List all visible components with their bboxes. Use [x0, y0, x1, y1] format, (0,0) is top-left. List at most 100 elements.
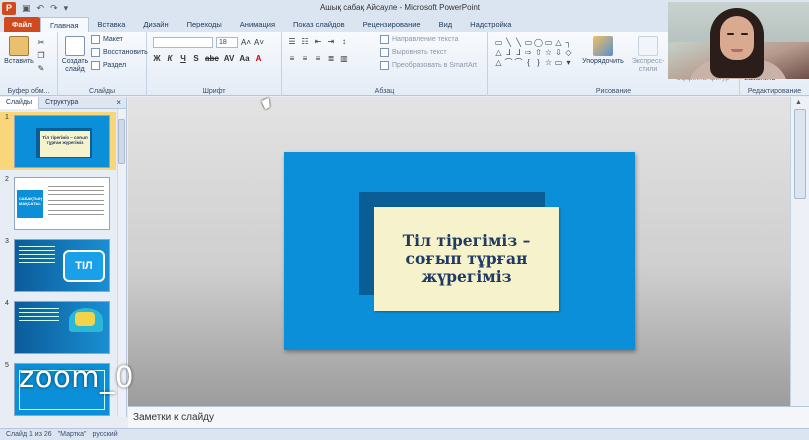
- slide-title-card[interactable]: Тіл тірегіміз – соғып тұрған жүрегіміз: [374, 207, 559, 311]
- slide-thumbnail[interactable]: 1 Тіл тірегіміз – соғып тұрған жүрегіміз: [0, 112, 116, 170]
- shapes-gallery[interactable]: ▭ ╲ ╲ ▭ ◯ ▭ △ ┐ △ ⅃ ⅃ ⇨ ⇧ ☆ ⇩ ◇ △ ⌒ ⌒{} ☆ ▭ ▾: [494, 38, 572, 67]
- restore-icon: [91, 48, 100, 57]
- font-color-icon[interactable]: A: [255, 54, 263, 63]
- tab-slides[interactable]: Слайды: [0, 96, 40, 109]
- arrange-icon: [593, 36, 613, 56]
- paste-button[interactable]: Вставить: [3, 36, 35, 66]
- format-painter-icon[interactable]: ✎: [37, 64, 45, 73]
- list-buttons: ☰ ☷ ⇤ ⇥ ↕: [288, 37, 348, 46]
- status-bar: Слайд 1 из 26 "Мартка" русский: [0, 428, 809, 440]
- text-direction-button[interactable]: Направление текста: [380, 35, 458, 44]
- copy-icon[interactable]: ❐: [37, 51, 45, 60]
- paragraph-group-label: Абзац: [374, 88, 395, 95]
- tab-file[interactable]: Файл: [4, 17, 40, 32]
- bold-button[interactable]: Ж: [153, 54, 161, 63]
- character-spacing-button[interactable]: AV: [224, 54, 235, 63]
- tab-insert[interactable]: Вставка: [89, 17, 135, 32]
- clipboard-icon: [9, 36, 29, 56]
- slide-title[interactable]: Тіл тірегіміз – соғып тұрған жүрегіміз: [374, 232, 559, 286]
- undo-icon[interactable]: ↶: [37, 3, 45, 14]
- arrange-button[interactable]: Упорядочить: [582, 36, 624, 66]
- layout-icon: [91, 35, 100, 44]
- slide-thumbnail[interactable]: 3 ТІЛ: [0, 236, 116, 294]
- columns-icon[interactable]: ▥: [340, 54, 348, 63]
- align-center-icon[interactable]: ≡: [301, 54, 309, 63]
- font-size-select[interactable]: 18: [216, 37, 238, 48]
- slide-editing-canvas: Тіл тірегіміз – соғып тұрған жүрегіміз: [128, 97, 790, 406]
- slide-thumbnail[interactable]: 2 САБАҚТЫҢ МАҚСАТЫ:: [0, 174, 116, 232]
- tab-outline[interactable]: Структура: [39, 97, 84, 109]
- clipboard-small-buttons: ✂ ❐ ✎: [37, 38, 45, 73]
- change-case-button[interactable]: Aa: [239, 54, 249, 63]
- webcam-video-overlay: [668, 2, 809, 79]
- redo-icon[interactable]: ↷: [50, 3, 58, 14]
- clipboard-group: Вставить ✂ ❐ ✎ Буфер обм...: [0, 32, 58, 96]
- panel-scroll-thumb[interactable]: [118, 119, 125, 164]
- customize-toolbar-icon[interactable]: ▾: [64, 3, 69, 14]
- clipboard-group-label: Буфер обм...: [7, 88, 50, 95]
- scroll-up-icon[interactable]: ▲: [795, 99, 802, 106]
- smartart-button[interactable]: Преобразовать в SmartArt: [380, 61, 477, 70]
- powerpoint-app-icon[interactable]: P: [2, 1, 16, 15]
- cut-icon[interactable]: ✂: [37, 38, 45, 47]
- section-button[interactable]: Раздел: [91, 61, 126, 70]
- line-spacing-icon[interactable]: ↕: [340, 37, 348, 46]
- tab-design[interactable]: Дизайн: [134, 17, 177, 32]
- panel-tabs: Слайды Структура ×: [0, 96, 126, 109]
- section-icon: [91, 61, 100, 70]
- notes-placeholder: Заметки к слайду: [133, 412, 214, 423]
- smartart-icon: [380, 61, 389, 70]
- font-group: 18 A˄ A˅ Ж К Ч S abc AV Aa A Шрифт: [147, 32, 282, 96]
- close-panel-icon[interactable]: ×: [116, 98, 121, 107]
- theme-status: "Мартка": [57, 431, 87, 438]
- font-group-label: Шрифт: [202, 88, 226, 95]
- slides-group-label: Слайды: [88, 88, 116, 95]
- notes-pane[interactable]: Заметки к слайду: [128, 406, 809, 428]
- tab-addins[interactable]: Надстройка: [461, 17, 520, 32]
- tab-view[interactable]: Вид: [430, 17, 462, 32]
- quick-access-toolbar: ▣ ↶ ↷ ▾: [22, 3, 68, 14]
- align-right-icon[interactable]: ≡: [314, 54, 322, 63]
- quick-styles-button[interactable]: Экспресс-стили: [626, 36, 670, 74]
- tab-slide-show[interactable]: Показ слайдов: [284, 17, 354, 32]
- window-title: Ашық сабақ Айсауле - Microsoft PowerPoin…: [319, 3, 481, 12]
- decrease-indent-icon[interactable]: ⇤: [314, 37, 322, 46]
- align-left-icon[interactable]: ≡: [288, 54, 296, 63]
- save-icon[interactable]: ▣: [22, 3, 31, 14]
- align-buttons: ≡ ≡ ≡ ≣ ▥: [288, 54, 348, 63]
- tab-review[interactable]: Рецензирование: [354, 17, 430, 32]
- powerpoint-window: P ▣ ↶ ↷ ▾ Ашық сабақ Айсауле - Microsoft…: [0, 0, 809, 440]
- bullets-icon[interactable]: ☰: [288, 37, 296, 46]
- tab-home[interactable]: Главная: [39, 17, 89, 32]
- italic-button[interactable]: К: [166, 54, 174, 63]
- font-style-buttons: Ж К Ч S abc AV Aa A: [153, 54, 263, 63]
- strikethrough-button[interactable]: abc: [205, 54, 219, 63]
- slides-group: Создать слайд Макет Восстановить Раздел …: [58, 32, 148, 96]
- shrink-font-icon[interactable]: A˅: [254, 38, 264, 47]
- text-direction-icon: [380, 35, 389, 44]
- underline-button[interactable]: Ч: [179, 54, 187, 63]
- font-family-select[interactable]: [153, 37, 213, 48]
- editing-group-label: Редактирование: [747, 88, 802, 95]
- new-slide-button[interactable]: Создать слайд: [60, 36, 90, 74]
- grow-font-icon[interactable]: A˄: [241, 38, 251, 47]
- tab-transitions[interactable]: Переходы: [178, 17, 231, 32]
- drawing-group-label: Рисование: [595, 88, 632, 95]
- tab-animations[interactable]: Анимация: [231, 17, 284, 32]
- canvas-scrollbar[interactable]: ▲: [790, 97, 809, 406]
- align-text-button[interactable]: Выровнять текст: [380, 48, 447, 57]
- language-status[interactable]: русский: [93, 431, 118, 438]
- paragraph-group: ☰ ☷ ⇤ ⇥ ↕ ≡ ≡ ≡ ≣ ▥ Направление текста В…: [282, 32, 488, 96]
- justify-icon[interactable]: ≣: [327, 54, 335, 63]
- new-slide-icon: [65, 36, 85, 56]
- zoom-overlay-label: zoom_0: [19, 360, 134, 394]
- slide-count-status: Слайд 1 из 26: [6, 431, 52, 438]
- restore-button[interactable]: Восстановить: [91, 48, 148, 57]
- slide-thumbnail[interactable]: 4: [0, 298, 116, 356]
- shadow-button[interactable]: S: [192, 54, 200, 63]
- numbering-icon[interactable]: ☷: [301, 37, 309, 46]
- layout-button[interactable]: Макет: [91, 35, 123, 44]
- canvas-scroll-thumb[interactable]: [794, 109, 806, 199]
- increase-indent-icon[interactable]: ⇥: [327, 37, 335, 46]
- current-slide[interactable]: Тіл тірегіміз – соғып тұрған жүрегіміз: [284, 152, 635, 350]
